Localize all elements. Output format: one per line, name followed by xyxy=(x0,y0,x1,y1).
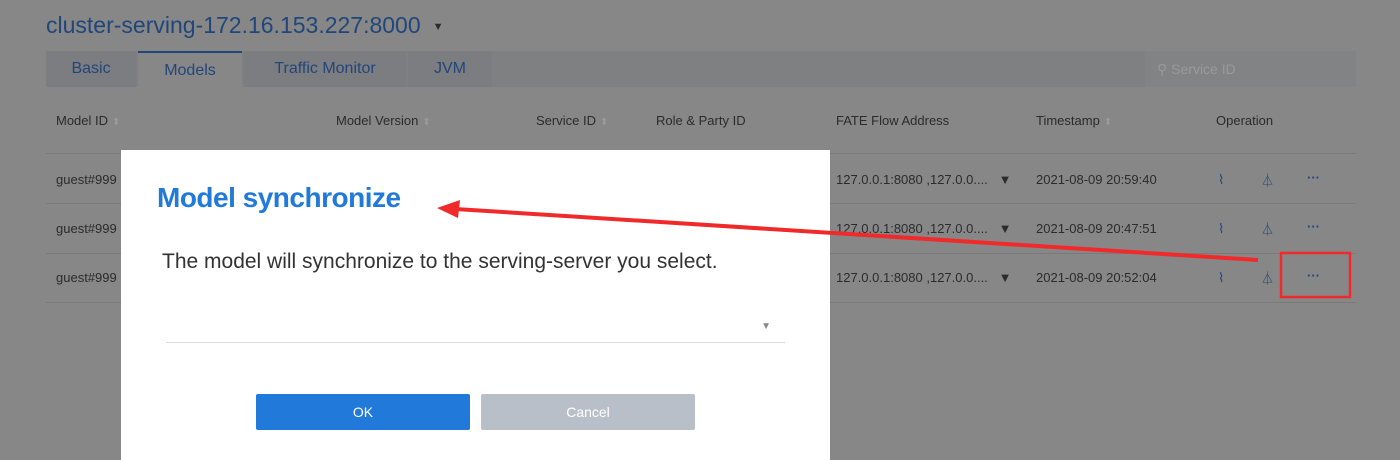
annotation-overlay xyxy=(437,200,1352,299)
annotation-highlight-box xyxy=(1279,251,1352,299)
annotation-arrow-line xyxy=(454,207,1259,262)
annotation-arrowhead xyxy=(437,200,460,218)
